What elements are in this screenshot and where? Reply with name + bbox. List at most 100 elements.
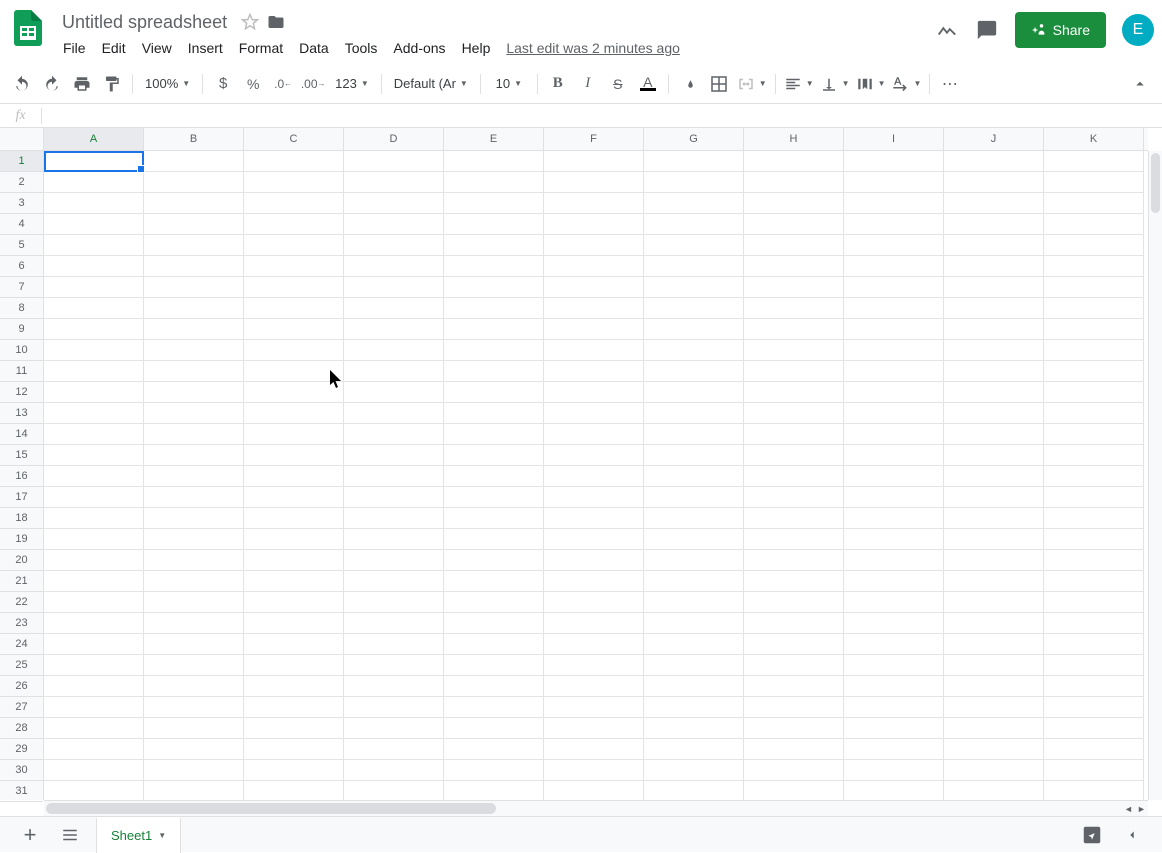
- cell-A4[interactable]: [44, 214, 144, 235]
- row-header-5[interactable]: 5: [0, 235, 43, 256]
- cell-K31[interactable]: [1044, 781, 1144, 800]
- account-avatar[interactable]: E: [1122, 14, 1154, 46]
- column-header-C[interactable]: C: [244, 128, 344, 150]
- cell-D23[interactable]: [344, 613, 444, 634]
- cell-D9[interactable]: [344, 319, 444, 340]
- cell-H8[interactable]: [744, 298, 844, 319]
- cell-I10[interactable]: [844, 340, 944, 361]
- cell-E21[interactable]: [444, 571, 544, 592]
- italic-button[interactable]: I: [574, 70, 602, 98]
- cell-A7[interactable]: [44, 277, 144, 298]
- cell-H1[interactable]: [744, 151, 844, 172]
- cell-I9[interactable]: [844, 319, 944, 340]
- column-header-I[interactable]: I: [844, 128, 944, 150]
- cell-K26[interactable]: [1044, 676, 1144, 697]
- last-edit-link[interactable]: Last edit was 2 minutes ago: [499, 36, 687, 60]
- cell-C15[interactable]: [244, 445, 344, 466]
- row-header-10[interactable]: 10: [0, 340, 43, 361]
- row-header-27[interactable]: 27: [0, 697, 43, 718]
- cell-K16[interactable]: [1044, 466, 1144, 487]
- cell-G8[interactable]: [644, 298, 744, 319]
- cell-J3[interactable]: [944, 193, 1044, 214]
- cell-K29[interactable]: [1044, 739, 1144, 760]
- text-rotation-dropdown[interactable]: ▼: [889, 70, 923, 98]
- cell-A27[interactable]: [44, 697, 144, 718]
- cell-B5[interactable]: [144, 235, 244, 256]
- cell-E4[interactable]: [444, 214, 544, 235]
- cell-J12[interactable]: [944, 382, 1044, 403]
- row-header-26[interactable]: 26: [0, 676, 43, 697]
- cell-I27[interactable]: [844, 697, 944, 718]
- cell-F10[interactable]: [544, 340, 644, 361]
- cell-J6[interactable]: [944, 256, 1044, 277]
- cell-A23[interactable]: [44, 613, 144, 634]
- row-header-4[interactable]: 4: [0, 214, 43, 235]
- cell-D16[interactable]: [344, 466, 444, 487]
- cell-K22[interactable]: [1044, 592, 1144, 613]
- cell-G22[interactable]: [644, 592, 744, 613]
- cell-D4[interactable]: [344, 214, 444, 235]
- cell-B14[interactable]: [144, 424, 244, 445]
- vertical-scrollbar[interactable]: [1148, 151, 1162, 800]
- cell-I28[interactable]: [844, 718, 944, 739]
- cell-I31[interactable]: [844, 781, 944, 800]
- cell-H5[interactable]: [744, 235, 844, 256]
- cell-F19[interactable]: [544, 529, 644, 550]
- cell-E22[interactable]: [444, 592, 544, 613]
- cell-F15[interactable]: [544, 445, 644, 466]
- cell-A2[interactable]: [44, 172, 144, 193]
- cell-I20[interactable]: [844, 550, 944, 571]
- cell-E14[interactable]: [444, 424, 544, 445]
- cell-B11[interactable]: [144, 361, 244, 382]
- cell-K7[interactable]: [1044, 277, 1144, 298]
- cell-D3[interactable]: [344, 193, 444, 214]
- cell-K8[interactable]: [1044, 298, 1144, 319]
- cell-C2[interactable]: [244, 172, 344, 193]
- row-header-30[interactable]: 30: [0, 760, 43, 781]
- menu-tools[interactable]: Tools: [338, 36, 385, 60]
- row-header-19[interactable]: 19: [0, 529, 43, 550]
- cell-B8[interactable]: [144, 298, 244, 319]
- cell-J24[interactable]: [944, 634, 1044, 655]
- cell-J8[interactable]: [944, 298, 1044, 319]
- cell-C25[interactable]: [244, 655, 344, 676]
- cell-C1[interactable]: [244, 151, 344, 172]
- cell-A12[interactable]: [44, 382, 144, 403]
- cell-C24[interactable]: [244, 634, 344, 655]
- cell-H9[interactable]: [744, 319, 844, 340]
- cell-G11[interactable]: [644, 361, 744, 382]
- cell-H28[interactable]: [744, 718, 844, 739]
- cell-K21[interactable]: [1044, 571, 1144, 592]
- cell-H23[interactable]: [744, 613, 844, 634]
- cell-J26[interactable]: [944, 676, 1044, 697]
- cell-G7[interactable]: [644, 277, 744, 298]
- cell-G28[interactable]: [644, 718, 744, 739]
- cell-A6[interactable]: [44, 256, 144, 277]
- star-icon[interactable]: [241, 13, 259, 31]
- cell-A22[interactable]: [44, 592, 144, 613]
- cell-H17[interactable]: [744, 487, 844, 508]
- cell-C17[interactable]: [244, 487, 344, 508]
- cell-B4[interactable]: [144, 214, 244, 235]
- cell-A13[interactable]: [44, 403, 144, 424]
- cell-G6[interactable]: [644, 256, 744, 277]
- cell-H20[interactable]: [744, 550, 844, 571]
- cell-K24[interactable]: [1044, 634, 1144, 655]
- menu-help[interactable]: Help: [455, 36, 498, 60]
- cell-D15[interactable]: [344, 445, 444, 466]
- cell-E11[interactable]: [444, 361, 544, 382]
- row-header-3[interactable]: 3: [0, 193, 43, 214]
- cell-F21[interactable]: [544, 571, 644, 592]
- cell-I14[interactable]: [844, 424, 944, 445]
- font-size-dropdown[interactable]: 10▼: [487, 70, 531, 98]
- cell-C29[interactable]: [244, 739, 344, 760]
- cell-B22[interactable]: [144, 592, 244, 613]
- cell-D19[interactable]: [344, 529, 444, 550]
- cell-E28[interactable]: [444, 718, 544, 739]
- row-header-25[interactable]: 25: [0, 655, 43, 676]
- cell-B3[interactable]: [144, 193, 244, 214]
- cell-G1[interactable]: [644, 151, 744, 172]
- cell-A17[interactable]: [44, 487, 144, 508]
- cell-H30[interactable]: [744, 760, 844, 781]
- scroll-right-icon[interactable]: ►: [1135, 801, 1148, 816]
